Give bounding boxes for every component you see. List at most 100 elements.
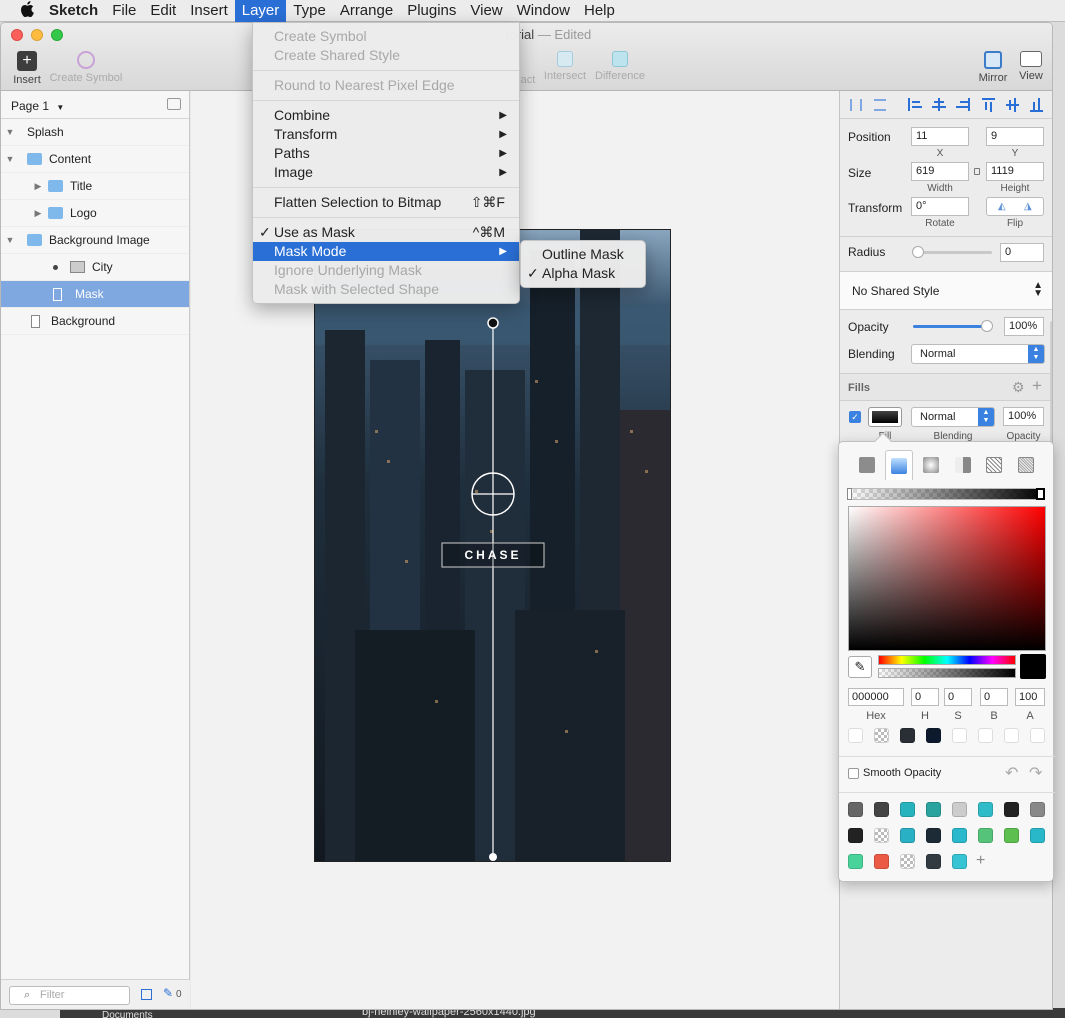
undo-icon[interactable]: ↶	[1005, 763, 1018, 783]
hue-slider[interactable]	[878, 655, 1016, 665]
pattern-fill-icon[interactable]	[986, 457, 1002, 473]
menu-item-combine[interactable]: Combine ▶	[253, 106, 519, 125]
menu-item-alpha-mask[interactable]: ✓ Alpha Mask	[521, 264, 645, 283]
menu-edit[interactable]: Edit	[143, 0, 183, 22]
menu-item-mask-with-selected-shape[interactable]: Mask with Selected Shape	[253, 280, 519, 299]
edited-filter-icon[interactable]: ✎	[163, 986, 173, 1000]
document-color-swatch[interactable]	[900, 828, 915, 843]
radius-field[interactable]: 0	[1000, 243, 1044, 262]
flip-vertical-icon[interactable]: ◮	[1024, 201, 1032, 212]
menu-arrange[interactable]: Arrange	[333, 0, 400, 22]
align-bottom-icon[interactable]	[1030, 98, 1043, 112]
disclosure-closed-icon[interactable]: ▶	[33, 208, 43, 219]
flip-control[interactable]: ◭ ◮	[986, 197, 1044, 216]
symbols-filter-icon[interactable]	[141, 989, 152, 1000]
saturation-brightness-area[interactable]	[848, 506, 1046, 651]
layer-content[interactable]: ▼ Content	[1, 146, 189, 173]
document-color-swatch[interactable]	[952, 854, 967, 869]
recent-color-swatch[interactable]	[952, 728, 967, 743]
subtract-button[interactable]: act	[517, 51, 539, 86]
align-middle-vertical-icon[interactable]	[1006, 98, 1019, 112]
document-color-swatch[interactable]	[926, 802, 941, 817]
solid-fill-icon[interactable]	[859, 457, 875, 473]
radial-gradient-icon[interactable]	[923, 457, 939, 473]
blending-select[interactable]: Normal ▲ ▼	[911, 344, 1045, 364]
document-color-swatch[interactable]	[978, 828, 993, 843]
menu-item-mask-mode[interactable]: Mask Mode ▶	[253, 242, 519, 261]
zoom-button[interactable]	[51, 29, 63, 41]
document-color-swatch[interactable]	[900, 802, 915, 817]
fill-blending-select[interactable]: Normal ▲ ▼	[911, 407, 995, 427]
height-field[interactable]: 1119	[986, 162, 1044, 181]
rotate-field[interactable]: 0°	[911, 197, 969, 216]
document-color-swatch[interactable]	[978, 802, 993, 817]
menu-app-sketch[interactable]: Sketch	[42, 0, 105, 22]
document-color-swatch[interactable]	[1030, 828, 1045, 843]
menu-item-round-to-pixel-edge[interactable]: Round to Nearest Pixel Edge	[253, 76, 519, 95]
distribute-horizontal-icon[interactable]	[850, 99, 862, 111]
create-symbol-button[interactable]: Create Symbol	[47, 51, 125, 84]
layer-logo[interactable]: ▶ Logo	[1, 200, 189, 227]
menu-view[interactable]: View	[463, 0, 509, 22]
layer-city[interactable]: City	[1, 254, 189, 281]
document-color-swatch[interactable]	[1004, 828, 1019, 843]
recent-color-swatch[interactable]	[1030, 728, 1045, 743]
menu-file[interactable]: File	[105, 0, 143, 22]
document-color-swatch[interactable]	[848, 854, 863, 869]
mirror-button[interactable]: Mirror	[975, 51, 1011, 84]
view-button[interactable]: View	[1013, 51, 1049, 82]
recent-color-swatch[interactable]	[926, 728, 941, 743]
opacity-field[interactable]: 100%	[1004, 317, 1044, 336]
disclosure-open-icon[interactable]: ▼	[5, 154, 15, 164]
width-field[interactable]: 619	[911, 162, 969, 181]
disclosure-closed-icon[interactable]: ▶	[33, 181, 43, 192]
menu-item-create-shared-style[interactable]: Create Shared Style	[253, 46, 519, 65]
alpha-field[interactable]: 100	[1015, 688, 1045, 706]
menu-item-paths[interactable]: Paths ▶	[253, 144, 519, 163]
minimize-button[interactable]	[31, 29, 43, 41]
menu-window[interactable]: Window	[510, 0, 577, 22]
disclosure-open-icon[interactable]: ▼	[5, 235, 15, 245]
fill-opacity-field[interactable]: 100%	[1003, 407, 1044, 426]
document-color-swatch[interactable]	[874, 828, 889, 843]
document-color-swatch[interactable]	[952, 828, 967, 843]
gradient-stop-start[interactable]	[847, 488, 852, 500]
apple-icon[interactable]	[12, 0, 42, 21]
document-color-swatch[interactable]	[848, 828, 863, 843]
intersect-button[interactable]: Intersect	[542, 51, 588, 82]
menu-item-flatten-selection[interactable]: Flatten Selection to Bitmap ⇧⌘F	[253, 193, 519, 212]
align-top-icon[interactable]	[982, 98, 995, 112]
document-color-swatch[interactable]	[874, 802, 889, 817]
page-filter-icon[interactable]	[167, 98, 181, 110]
document-color-swatch[interactable]	[848, 802, 863, 817]
noise-fill-icon[interactable]	[1018, 457, 1034, 473]
recent-color-swatch[interactable]	[900, 728, 915, 743]
document-color-swatch[interactable]	[926, 828, 941, 843]
distribute-vertical-icon[interactable]	[874, 99, 886, 111]
flip-horizontal-icon[interactable]: ◭	[998, 201, 1006, 212]
shared-style-select[interactable]: No Shared Style ▲ ▼	[840, 272, 1052, 310]
document-color-swatch[interactable]	[926, 854, 941, 869]
artboard-splash[interactable]: CHASE	[314, 229, 671, 862]
menu-help[interactable]: Help	[577, 0, 622, 22]
layer-title[interactable]: ▶ Title	[1, 173, 189, 200]
document-color-swatch[interactable]	[900, 854, 915, 869]
y-field[interactable]: 9	[986, 127, 1044, 146]
align-left-icon[interactable]	[908, 98, 922, 111]
document-color-swatch[interactable]	[1030, 802, 1045, 817]
eyedropper-button[interactable]: ✎	[848, 656, 872, 678]
redo-icon[interactable]: ↷	[1029, 763, 1042, 783]
brightness-field[interactable]: 0	[980, 688, 1008, 706]
radius-slider[interactable]	[912, 246, 992, 258]
menu-item-ignore-underlying-mask[interactable]: Ignore Underlying Mask	[253, 261, 519, 280]
document-color-swatch[interactable]	[874, 854, 889, 869]
menu-insert[interactable]: Insert	[183, 0, 235, 22]
angular-gradient-icon[interactable]	[955, 457, 971, 473]
disclosure-open-icon[interactable]: ▼	[5, 127, 15, 137]
menu-plugins[interactable]: Plugins	[400, 0, 463, 22]
document-color-swatch[interactable]	[952, 802, 967, 817]
smooth-opacity-checkbox[interactable]	[848, 768, 859, 779]
hue-field[interactable]: 0	[911, 688, 939, 706]
hex-field[interactable]: 000000	[848, 688, 904, 706]
document-color-swatch[interactable]	[1004, 802, 1019, 817]
